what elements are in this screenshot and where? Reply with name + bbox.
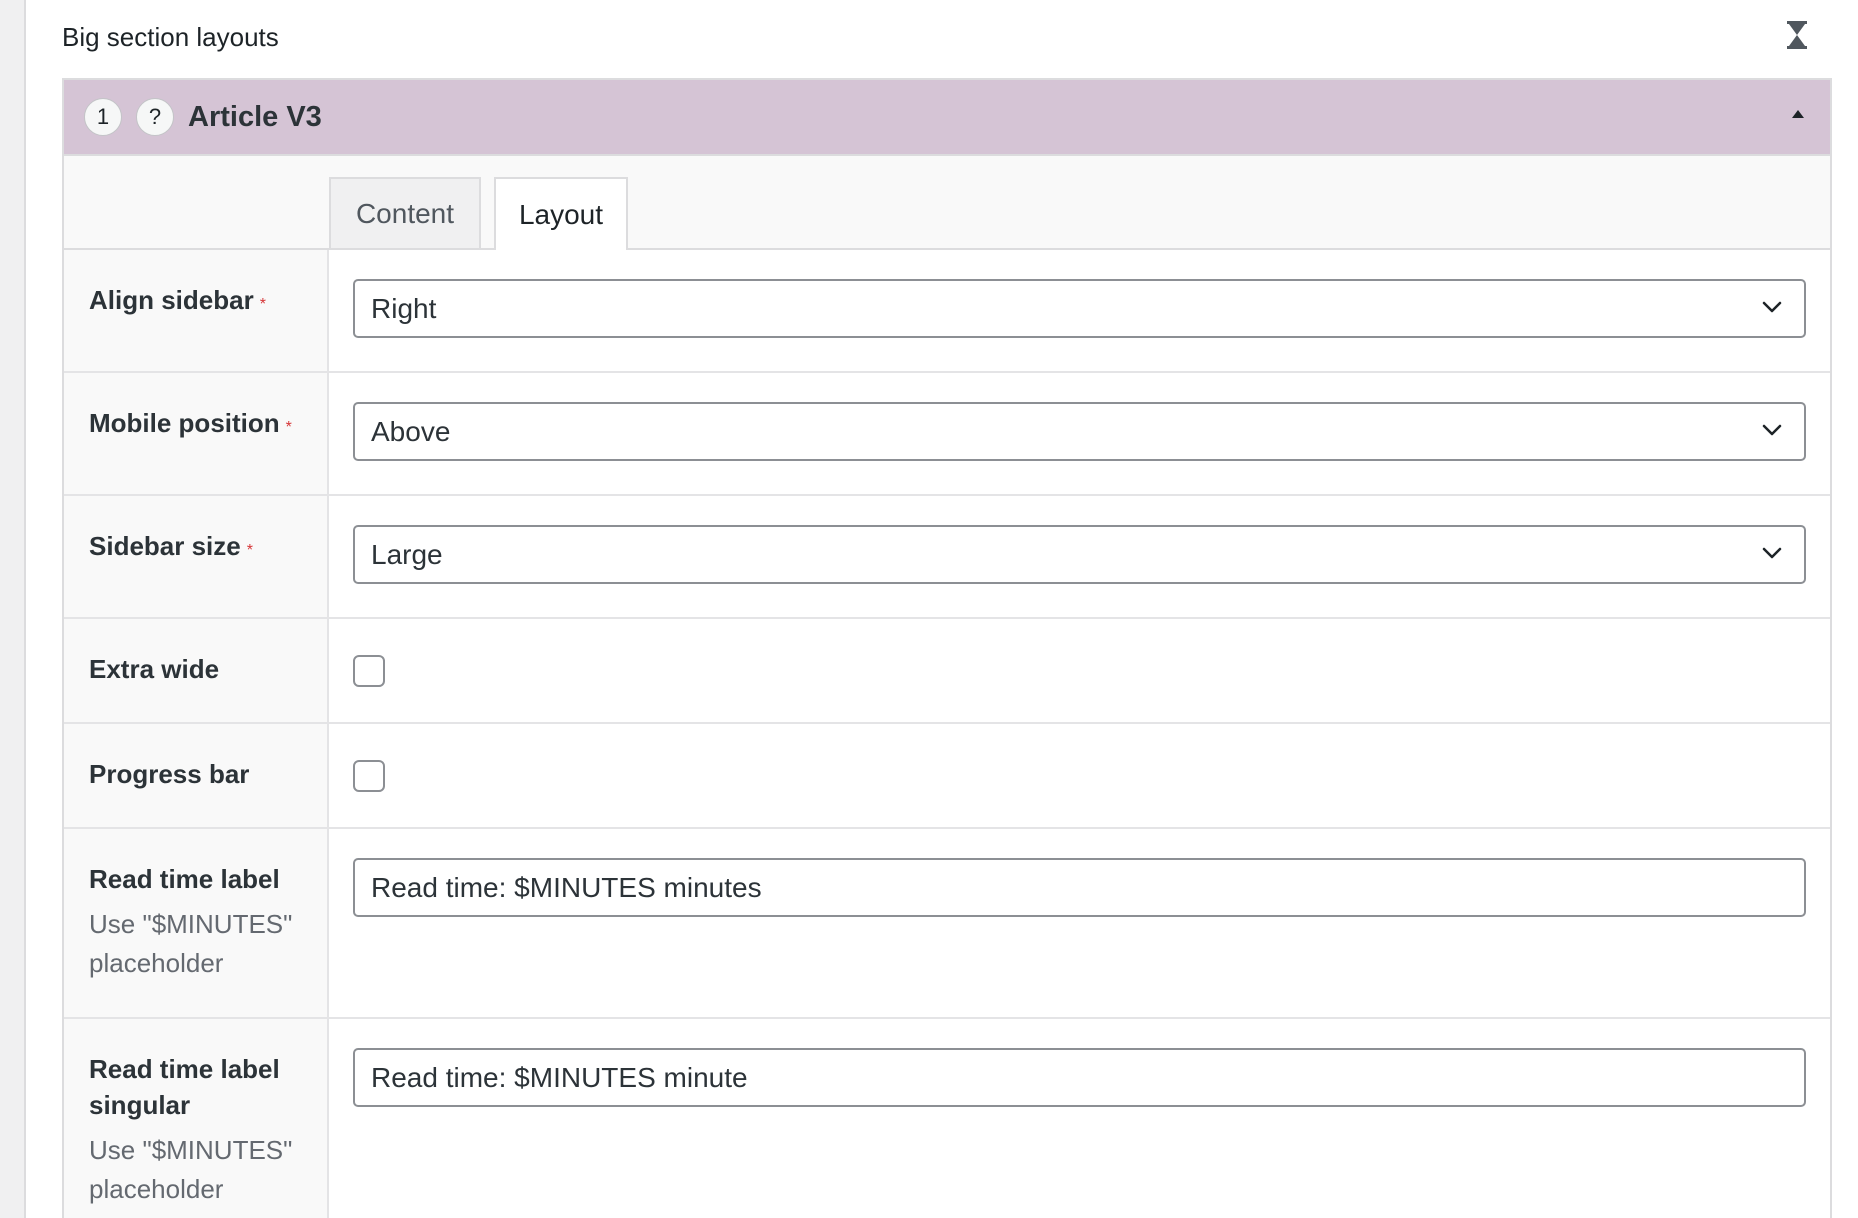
field-label: Read time label singular	[89, 1054, 280, 1120]
admin-sidebar-edge	[0, 0, 26, 1218]
layout-block-title: Article V3	[188, 100, 322, 133]
label-cell: Sidebar size *	[64, 496, 329, 617]
label-cell: Read time label singular Use "$MINUTES" …	[64, 1019, 329, 1218]
label-cell: Extra wide	[64, 619, 329, 722]
field-row-progress-bar: Progress bar	[64, 724, 1830, 829]
layout-block-header[interactable]: 1 ? Article V3	[64, 80, 1830, 156]
field-description: Use "$MINUTES" placeholder	[89, 909, 293, 978]
chevron-down-icon	[1762, 424, 1782, 436]
label-cell: Mobile position *	[64, 373, 329, 494]
required-marker: *	[285, 419, 292, 436]
label-cell: Progress bar	[64, 724, 329, 827]
input-cell	[329, 619, 1830, 722]
select-value: Large	[371, 538, 443, 570]
field-row-extra-wide: Extra wide	[64, 619, 1830, 724]
select-value: Above	[371, 415, 451, 447]
read-time-label-input[interactable]: Read time: $MINUTES minutes	[353, 858, 1806, 917]
field-label: Extra wide	[89, 654, 220, 684]
extra-wide-checkbox[interactable]	[353, 655, 385, 687]
read-time-label-singular-input[interactable]: Read time: $MINUTES minute	[353, 1048, 1806, 1107]
tab-content[interactable]: Content	[329, 177, 481, 248]
field-label: Mobile position	[89, 408, 280, 438]
field-row-sidebar-size: Sidebar size * Large	[64, 496, 1830, 619]
field-row-read-time-label: Read time label Use "$MINUTES" placehold…	[64, 829, 1830, 1019]
select-value: Right	[371, 292, 437, 324]
mobile-position-select[interactable]: Above	[353, 402, 1806, 461]
align-sidebar-select[interactable]: Right	[353, 279, 1806, 338]
label-cell: Align sidebar *	[64, 250, 329, 371]
input-cell: Right	[329, 250, 1830, 371]
chevron-down-icon	[1762, 301, 1782, 313]
field-rows: Align sidebar * Right Mobile position * Ab…	[64, 250, 1830, 1218]
input-cell: Large	[329, 496, 1830, 617]
tab-layout[interactable]: Layout	[494, 177, 628, 250]
chevron-down-icon	[1762, 547, 1782, 559]
help-icon[interactable]: ?	[136, 98, 174, 136]
flexible-layout-block: 1 ? Article V3 Content Layout Align side…	[62, 78, 1832, 1218]
field-row-mobile-position: Mobile position * Above	[64, 373, 1830, 496]
field-description: Use "$MINUTES" placeholder	[89, 1135, 293, 1204]
field-label: Align sidebar	[89, 285, 254, 315]
input-cell: Above	[329, 373, 1830, 494]
layout-order-badge[interactable]: 1	[84, 98, 122, 136]
input-cell: Read time: $MINUTES minutes	[329, 829, 1830, 1017]
label-cell: Read time label Use "$MINUTES" placehold…	[64, 829, 329, 1017]
required-marker: *	[259, 296, 266, 313]
field-row-read-time-label-singular: Read time label singular Use "$MINUTES" …	[64, 1019, 1830, 1218]
hourglass-icon[interactable]	[1786, 20, 1808, 50]
input-cell	[329, 724, 1830, 827]
field-label: Progress bar	[89, 759, 250, 789]
required-marker: *	[246, 542, 253, 559]
tab-bar: Content Layout	[64, 156, 1830, 250]
section-title: Big section layouts	[62, 22, 279, 52]
collapse-toggle-icon[interactable]	[1792, 110, 1804, 118]
sidebar-size-select[interactable]: Large	[353, 525, 1806, 584]
field-row-align-sidebar: Align sidebar * Right	[64, 250, 1830, 373]
progress-bar-checkbox[interactable]	[353, 760, 385, 792]
field-label: Sidebar size	[89, 531, 241, 561]
input-cell: Read time: $MINUTES minute	[329, 1019, 1830, 1218]
page: Big section layouts 1 ? Article V3 Conte…	[0, 0, 1858, 1218]
field-label: Read time label	[89, 864, 280, 894]
